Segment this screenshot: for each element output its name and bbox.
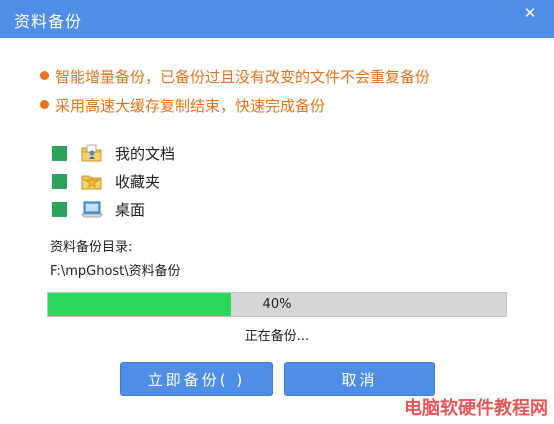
documents-folder-icon [81, 144, 102, 162]
notice-cache: 采用高速大缓存复制结束，快速完成备份 [40, 95, 325, 116]
bullet-icon [40, 71, 49, 80]
watermark: 电脑软硬件教程网 [404, 398, 548, 419]
item-checkbox[interactable] [52, 145, 67, 161]
status-text: 正在备份... [244, 329, 310, 344]
item-label: 我的文档 [115, 144, 176, 163]
notice-text: 采用高速大缓存复制结束，快速完成备份 [55, 97, 326, 115]
item-checkbox[interactable] [52, 201, 67, 217]
cancel-button[interactable]: 取消 [284, 362, 435, 396]
start-backup-button[interactable]: 立即备份( ) [120, 362, 273, 396]
item-label: 收藏夹 [115, 172, 161, 191]
backup-item-documents[interactable]: 我的文档 [52, 142, 175, 164]
progress-percent: 40% [262, 297, 292, 312]
title-bar: 资料备份 ✕ [0, 0, 554, 38]
backup-dialog: 资料备份 ✕ 智能增量备份，已备份过且没有改变的文件不会重复备份 采用高速大缓存… [0, 0, 554, 424]
backup-item-desktop[interactable]: 桌面 [52, 198, 145, 220]
item-label: 桌面 [115, 200, 146, 219]
backup-dir-label: 资料备份目录: [50, 240, 133, 255]
window-title: 资料备份 [14, 12, 83, 31]
notice-incremental: 智能增量备份，已备份过且没有改变的文件不会重复备份 [40, 66, 430, 87]
backup-item-favorites[interactable]: 收藏夹 [52, 170, 160, 192]
close-icon[interactable]: ✕ [520, 3, 540, 23]
notice-text: 智能增量备份，已备份过且没有改变的文件不会重复备份 [55, 68, 431, 86]
desktop-icon [81, 201, 103, 218]
backup-dir-path: F:\mpGhost\资料备份 [50, 264, 181, 279]
bullet-icon [40, 100, 49, 109]
item-checkbox[interactable] [52, 173, 67, 189]
progress-bar: 40% [47, 292, 507, 317]
favorites-folder-icon [81, 175, 102, 190]
